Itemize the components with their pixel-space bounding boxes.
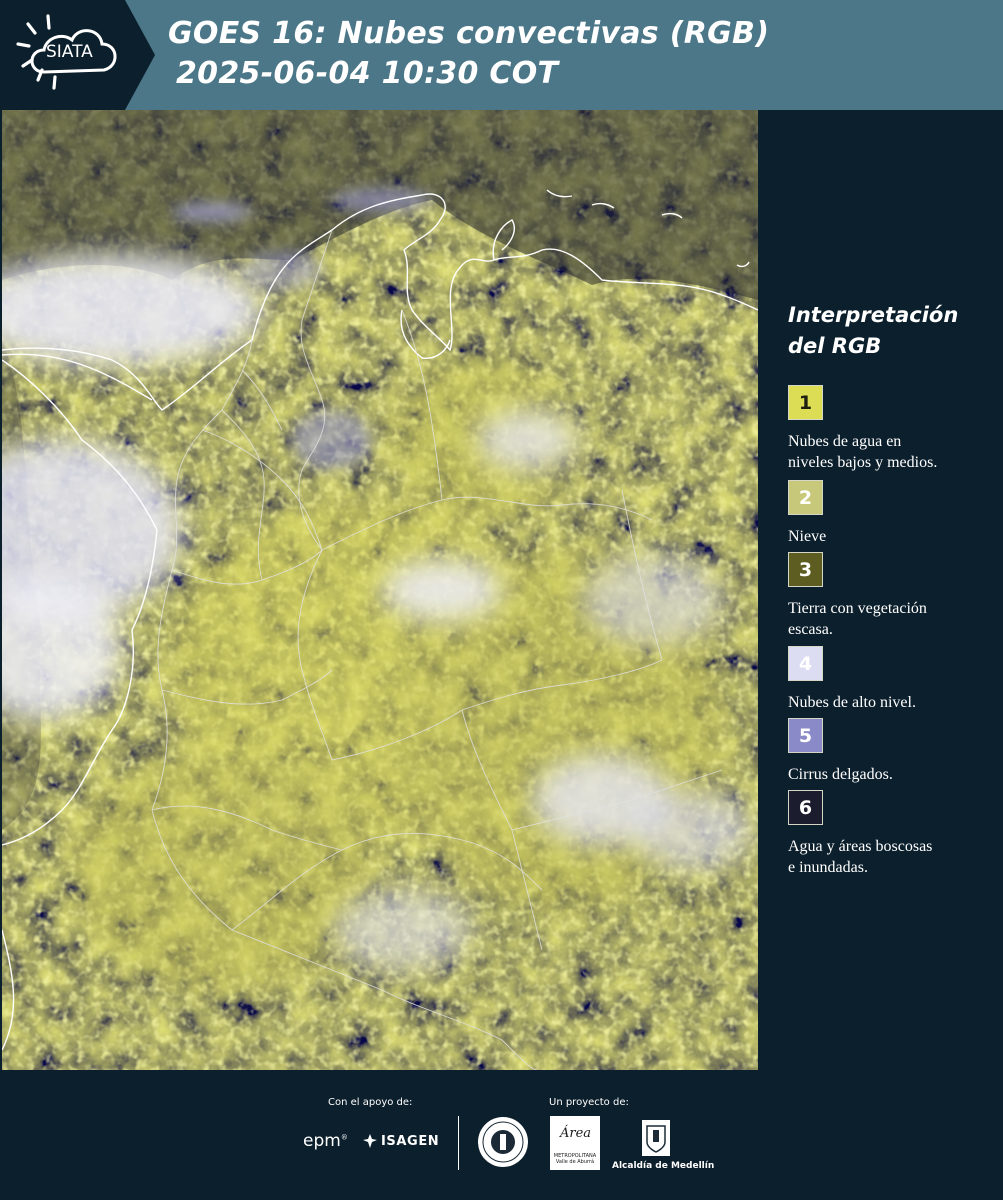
legend-label-line: Nieve [788,528,827,545]
siata-logo[interactable]: SIATA [0,0,155,110]
legend-item-1: 1 Nubes de agua en niveles bajos y medio… [788,385,998,473]
legend-label-line: Cirrus delgados. [788,766,893,783]
legend-label-line: Agua y áreas boscosas [788,838,933,855]
area-word: Área [560,1126,592,1141]
isagen-text: ISAGEN [381,1133,440,1149]
legend-title: Interpretación del RGB [788,300,958,362]
legend-swatch: 2 [788,480,823,515]
page-timestamp: 2025-06-04 10:30 COT [176,56,559,91]
legend-label-line: Nubes de agua en [788,433,902,450]
legend-label-line: Tierra con vegetación [788,600,927,617]
legend-label: Tierra con vegetación escasa. [788,598,998,640]
legend-label: Nieve [788,526,998,547]
alcaldia-shield-icon[interactable] [642,1120,670,1156]
legend-swatch: 5 [788,718,823,753]
legend-label: Nubes de agua en niveles bajos y medios. [788,431,998,473]
legend-label: Cirrus delgados. [788,764,998,785]
legend-label-line: niveles bajos y medios. [788,454,938,471]
legend-item-4: 4 Nubes de alto nivel. [788,646,998,713]
satellite-map[interactable] [2,110,758,1070]
project-label: Un proyecto de: [549,1097,629,1108]
footer: Con el apoyo de: Un proyecto de: epm® IS… [0,1070,1003,1200]
area-subtitle: METROPOLITANA Valle de Aburrá [553,1153,597,1165]
legend-swatch: 6 [788,790,823,825]
isagen-icon [363,1134,377,1148]
legend-title-line1: Interpretación [788,303,959,327]
isagen-logo[interactable]: ISAGEN [362,1133,439,1149]
satellite-image [2,110,758,1070]
support-label: Con el apoyo de: [328,1097,413,1108]
alcaldia-text: Alcaldía de Medellín [612,1161,715,1171]
legend-label-line: Nubes de alto nivel. [788,694,916,711]
legend-label: Nubes de alto nivel. [788,692,998,713]
legend-item-3: 3 Tierra con vegetación escasa. [788,552,998,640]
legend-swatch: 4 [788,646,823,681]
area-metropolitana-logo[interactable]: Área METROPOLITANA Valle de Aburrá [550,1116,600,1170]
legend-label-line: escasa. [788,621,833,638]
page-title: GOES 16: Nubes convectivas (RGB) [168,16,770,51]
legend-item-2: 2 Nieve [788,480,998,547]
legend-item-6: 6 Agua y áreas boscosas e inundadas. [788,790,998,878]
legend-panel: Interpretación del RGB 1 Nubes de agua e… [760,110,1003,1070]
epm-text: epm [303,1131,341,1151]
header-bar: SIATA GOES 16: Nubes convectivas (RGB) 2… [0,0,1003,110]
medellin-seal-icon[interactable] [477,1116,529,1168]
footer-divider [458,1116,459,1170]
legend-swatch: 1 [788,385,823,420]
logo-text: SIATA [46,42,93,62]
epm-logo[interactable]: epm® [303,1131,348,1151]
legend-title-line2: del RGB [788,334,882,358]
legend-label-line: e inundadas. [788,859,868,876]
legend-swatch: 3 [788,552,823,587]
legend-label: Agua y áreas boscosas e inundadas. [788,836,998,878]
legend-item-5: 5 Cirrus delgados. [788,718,998,785]
